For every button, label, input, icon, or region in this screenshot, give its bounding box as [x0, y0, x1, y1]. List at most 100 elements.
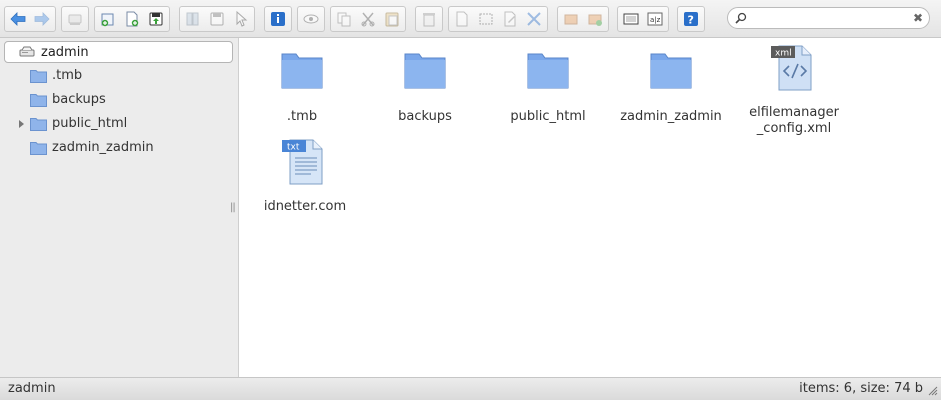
toolbar-group-archive — [557, 6, 609, 32]
folder-icon — [30, 94, 47, 107]
resize-button[interactable] — [522, 7, 546, 31]
folder-icon — [650, 53, 692, 89]
file-type-badge: xml — [775, 49, 792, 59]
open-icon — [186, 12, 199, 26]
xml-file-icon: xml — [771, 45, 812, 91]
home-button[interactable] — [63, 7, 87, 31]
upload-icon — [149, 12, 163, 26]
paste-button[interactable] — [380, 7, 404, 31]
drive-icon — [19, 46, 35, 57]
tree-root-zadmin[interactable]: zadmin — [4, 41, 233, 63]
sort-icon: a|z — [647, 12, 663, 26]
resize-icon — [527, 12, 541, 26]
copy-icon — [337, 12, 351, 27]
toolbar: a|z ? ✖ — [0, 0, 941, 38]
resize-grip-icon[interactable] — [928, 386, 938, 396]
sort-button[interactable]: a|z — [643, 7, 667, 31]
folder-icon — [404, 53, 446, 89]
home-drive-icon — [68, 14, 82, 25]
forward-button[interactable] — [30, 7, 54, 31]
help-button[interactable]: ? — [679, 7, 703, 31]
delete-button[interactable] — [417, 7, 441, 31]
current-path: zadmin — [8, 381, 56, 396]
toolbar-group-edit — [448, 6, 548, 32]
help-icon: ? — [684, 12, 698, 27]
new-folder-icon — [101, 13, 114, 27]
arrow-left-icon — [10, 12, 26, 26]
tree-item-zadmin-zadmin[interactable]: zadmin_zadmin — [0, 137, 238, 159]
file-area: .tmb backups public_html zadmin_zadmin x… — [240, 38, 941, 377]
svg-text:a|z: a|z — [650, 16, 661, 24]
file-name: elfilemanager _config.xml — [749, 105, 839, 136]
tree-item-backups[interactable]: backups — [0, 89, 238, 111]
folder-icon — [30, 142, 47, 155]
file-name: idnetter.com — [263, 199, 347, 214]
edit-button[interactable] — [498, 7, 522, 31]
cut-button[interactable] — [356, 7, 380, 31]
search-box[interactable]: ✖ — [727, 7, 930, 29]
new-folder-button[interactable] — [96, 7, 120, 31]
expand-arrow-icon[interactable] — [19, 120, 24, 128]
rename-button[interactable] — [474, 7, 498, 31]
scissors-icon — [361, 12, 375, 27]
file-name: backups — [398, 109, 452, 124]
extract-button[interactable] — [559, 7, 583, 31]
save-icon — [210, 12, 224, 26]
duplicate-icon — [456, 11, 468, 27]
tree-item-public-html[interactable]: public_html — [0, 113, 238, 135]
toolbar-group-help: ? — [677, 6, 705, 32]
file-name: public_html — [510, 109, 586, 124]
archive-icon — [588, 14, 602, 26]
navbar: zadmin .tmb backups public_html zadmin_z… — [0, 38, 239, 377]
edit-icon — [504, 11, 516, 27]
toolbar-group-home — [61, 6, 89, 32]
toolbar-group-clipboard — [330, 6, 406, 32]
getfile-button[interactable] — [229, 7, 253, 31]
toolbar-group-view: a|z — [617, 6, 669, 32]
statusbar: zadmin items: 6, size: 74 b — [0, 377, 941, 400]
duplicate-button[interactable] — [450, 7, 474, 31]
archive-button[interactable] — [583, 7, 607, 31]
tree-root-label: zadmin — [41, 44, 89, 60]
quicklook-button[interactable] — [299, 7, 323, 31]
copy-button[interactable] — [332, 7, 356, 31]
open-button[interactable] — [181, 7, 205, 31]
search-input[interactable] — [750, 10, 910, 26]
toolbar-group-open — [179, 6, 255, 32]
info-button[interactable] — [266, 7, 290, 31]
toolbar-group-info — [264, 6, 292, 32]
toolbar-group-rm — [415, 6, 443, 32]
folder-icon — [30, 118, 47, 131]
new-file-icon — [126, 11, 139, 27]
arrow-right-icon — [34, 12, 50, 26]
folder-icon — [281, 53, 323, 89]
svg-text:?: ? — [688, 14, 694, 27]
tree-item-label: .tmb — [52, 68, 83, 83]
toolbar-group-create — [94, 6, 170, 32]
upload-button[interactable] — [144, 7, 168, 31]
folder-icon — [527, 53, 569, 89]
text-file-icon: txt — [282, 139, 323, 185]
paste-icon — [385, 12, 399, 27]
tree-item-label: zadmin_zadmin — [52, 140, 154, 155]
tree-item-tmb[interactable]: .tmb — [0, 65, 238, 87]
new-file-button[interactable] — [120, 7, 144, 31]
toolbar-group-history — [4, 6, 56, 32]
folder-icon — [30, 70, 47, 83]
trash-icon — [423, 13, 435, 27]
rename-icon — [479, 13, 493, 25]
eye-icon — [303, 14, 319, 24]
panel-resize-handle[interactable]: || — [230, 202, 236, 213]
folder-info: items: 6, size: 74 b — [799, 381, 923, 396]
list-view-icon — [623, 13, 639, 25]
back-button[interactable] — [6, 7, 30, 31]
toolbar-group-quicklook — [297, 6, 325, 32]
view-button[interactable] — [619, 7, 643, 31]
clear-search-icon[interactable]: ✖ — [912, 10, 924, 26]
info-icon — [271, 12, 285, 26]
file-name: zadmin_zadmin — [620, 109, 722, 124]
tree-item-label: public_html — [52, 116, 128, 131]
extract-icon — [564, 14, 578, 25]
download-button[interactable] — [205, 7, 229, 31]
file-name: .tmb — [286, 109, 318, 124]
